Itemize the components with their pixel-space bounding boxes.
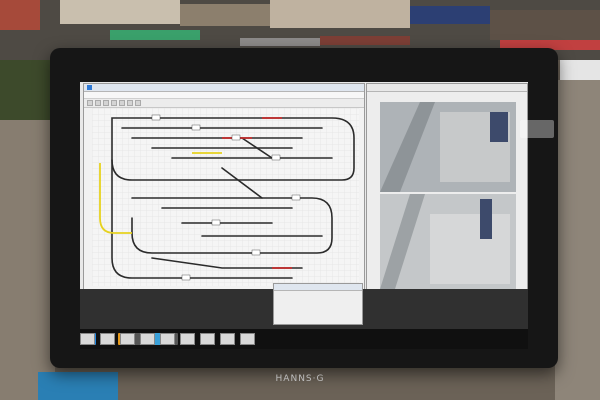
monitor-screen [80, 82, 528, 329]
desktop-shortcut-icon[interactable] [160, 333, 175, 345]
app-icon [87, 85, 92, 90]
desktop-shortcut-icon[interactable] [220, 333, 235, 345]
track-plan-window [83, 83, 365, 290]
toolbar-button[interactable] [127, 100, 133, 106]
toolbar-button[interactable] [135, 100, 141, 106]
toolbar-button[interactable] [111, 100, 117, 106]
track-plan-toolbar [84, 99, 364, 108]
desktop-shortcut-icon[interactable] [100, 333, 115, 345]
toolbar-button[interactable] [103, 100, 109, 106]
track-diagram-panel[interactable] [92, 108, 359, 286]
desktop-shortcut-icon[interactable] [80, 333, 95, 345]
track-plan-titlebar [84, 84, 364, 92]
dialog-titlebar [274, 284, 362, 291]
monitor-brand-logo: HANNS·G [275, 374, 325, 384]
camera-window [366, 83, 528, 307]
desktop-shortcut-icon[interactable] [200, 333, 215, 345]
camera-titlebar [367, 84, 527, 92]
camera-feed-1[interactable] [380, 102, 516, 192]
light-glare [520, 120, 554, 138]
desktop-shortcut-icon[interactable] [140, 333, 155, 345]
track-plan-menubar[interactable] [84, 92, 364, 99]
photo-scene: HANNS·G [0, 0, 600, 400]
toolbar-button[interactable] [119, 100, 125, 106]
toolbar-button[interactable] [87, 100, 93, 106]
small-dialog-window [273, 283, 363, 325]
toolbar-button[interactable] [95, 100, 101, 106]
desktop-shortcut-icon[interactable] [240, 333, 255, 345]
desktop-shortcut-icon[interactable] [180, 333, 195, 345]
camera-feed-2[interactable] [380, 194, 516, 289]
desktop-shortcut-icon[interactable] [120, 333, 135, 345]
